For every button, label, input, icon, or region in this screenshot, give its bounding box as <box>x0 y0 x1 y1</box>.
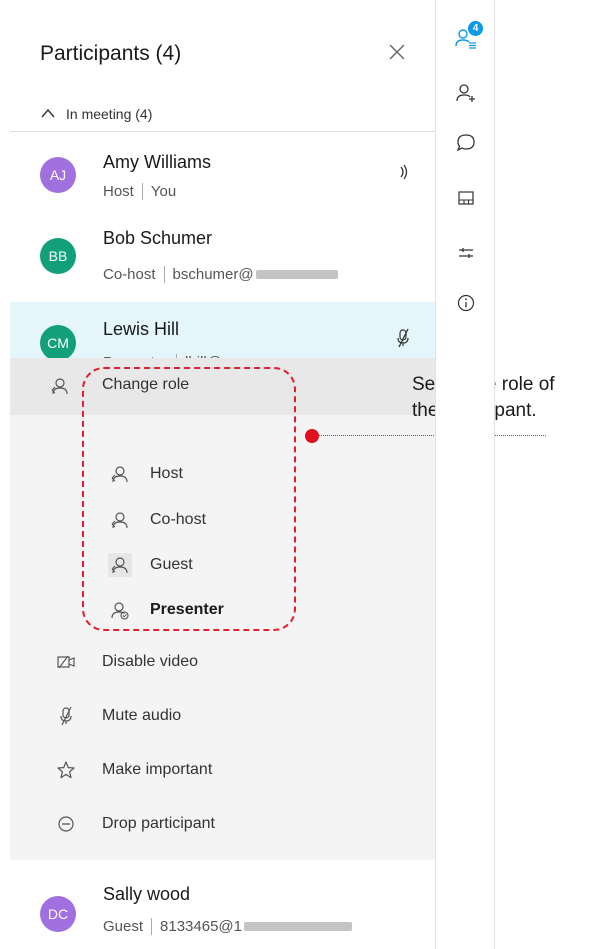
chat-button[interactable] <box>451 130 481 160</box>
layout-icon <box>456 188 476 213</box>
avatar: CM <box>40 325 76 361</box>
participant-name: Sally wood <box>103 884 191 904</box>
settings-button[interactable] <box>451 240 481 270</box>
sliders-icon <box>456 243 476 268</box>
avatar: BB <box>40 238 76 274</box>
drop-participant-item[interactable]: Drop participant <box>10 804 435 844</box>
participant-name: Bob Schumer <box>103 228 213 248</box>
participant-row[interactable]: BB Bob Schumer Co-host bschumer@ <box>10 215 435 300</box>
separator <box>151 918 153 935</box>
participant-name: Lewis Hill <box>103 319 180 339</box>
video-off-icon <box>56 652 76 677</box>
mute-audio-item[interactable]: Mute audio <box>10 696 435 736</box>
add-participant-button[interactable] <box>451 80 481 110</box>
action-label: Make important <box>102 761 213 778</box>
callout-line <box>318 435 546 436</box>
participant-role: Guest <box>103 918 144 935</box>
separator <box>141 183 143 200</box>
in-meeting-section-toggle[interactable]: In meeting (4) <box>40 103 152 125</box>
participant-extra: You <box>150 183 177 200</box>
participant-role: Co-host <box>103 266 156 283</box>
participants-rail-button[interactable]: 4 <box>451 21 483 55</box>
person-swap-icon <box>50 376 70 401</box>
layout-button[interactable] <box>451 185 481 215</box>
make-important-item[interactable]: Make important <box>10 750 435 790</box>
action-label: Disable video <box>102 653 199 670</box>
close-icon[interactable] <box>385 40 409 64</box>
participant-row[interactable]: AJ Amy Williams Host You <box>10 135 435 215</box>
avatar: AJ <box>40 157 76 193</box>
action-label: Drop participant <box>102 815 215 832</box>
callout-outline <box>82 367 296 631</box>
callout-dot <box>305 429 319 443</box>
panel-title: Participants (4) <box>40 42 182 65</box>
participant-row-selected[interactable]: CM Lewis Hill Presenter lhill@ ... <box>10 302 435 371</box>
participant-row[interactable]: DC Sally wood Guest 8133465@1 <box>10 862 435 949</box>
mic-muted-icon <box>396 328 410 353</box>
participants-count-badge: 4 <box>468 21 483 36</box>
participant-extra: 8133465@1 <box>160 918 242 935</box>
avatar: DC <box>40 896 76 932</box>
mic-muted-icon <box>56 706 76 731</box>
participant-details: Guest 8133465@1 <box>103 918 352 935</box>
section-label: In meeting (4) <box>66 106 153 122</box>
participant-details: Co-host bschumer@ <box>103 266 338 283</box>
participant-details: Host You <box>103 183 176 200</box>
add-person-icon <box>455 82 477 109</box>
chevron-up-icon <box>40 106 56 122</box>
divider <box>10 131 435 132</box>
separator <box>163 266 165 283</box>
redacted-text <box>244 922 352 931</box>
disable-video-item[interactable]: Disable video <box>10 642 435 682</box>
participant-role: Host <box>103 183 134 200</box>
side-toolbar: 4 <box>435 0 495 949</box>
speaking-icon <box>398 164 410 185</box>
redacted-text <box>255 270 338 279</box>
participant-name: Amy Williams <box>103 152 211 172</box>
info-button[interactable] <box>451 290 481 320</box>
info-icon <box>456 293 476 318</box>
chat-icon <box>455 132 477 159</box>
action-label: Mute audio <box>102 707 182 724</box>
remove-circle-icon <box>56 814 76 839</box>
participant-extra: bschumer@ <box>172 266 254 283</box>
star-icon <box>56 760 76 785</box>
